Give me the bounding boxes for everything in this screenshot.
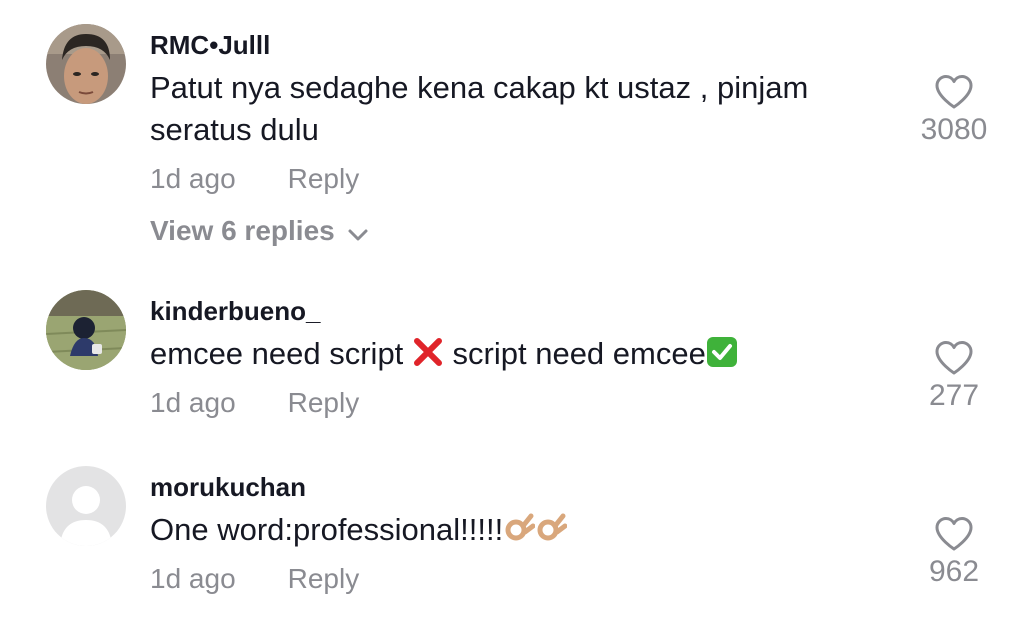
comment-meta: 1d ago Reply <box>150 162 359 196</box>
reply-button[interactable]: Reply <box>288 162 360 196</box>
like-count: 277 <box>928 379 980 412</box>
comment-meta: 1d ago Reply <box>150 386 359 420</box>
chevron-down-icon <box>347 216 369 250</box>
like-count: 962 <box>928 555 980 588</box>
ok-hand-icon <box>503 512 536 555</box>
comment-item: kinderbueno_ emcee need script script ne… <box>0 270 1036 440</box>
comment-text: Patut nya sedaghe kena cakap kt ustaz , … <box>150 70 809 147</box>
like-button[interactable]: 962 <box>904 516 1004 590</box>
avatar[interactable] <box>46 24 126 104</box>
person-photo-avatar-icon <box>46 24 126 104</box>
like-button[interactable]: 277 <box>904 340 1004 414</box>
comment-text-part: One word:professional!!!!! <box>150 512 504 547</box>
comment-text: emcee need script script need emcee <box>150 333 930 379</box>
heart-icon <box>935 517 973 551</box>
comment-item: RMC•Julll Patut nya sedaghe kena cakap k… <box>0 0 1036 270</box>
default-user-avatar-icon <box>46 466 126 546</box>
username[interactable]: RMC•Julll <box>150 30 270 60</box>
comment-text-part: emcee need script <box>150 336 412 371</box>
timestamp: 1d ago <box>150 163 236 194</box>
comment-text: One word:professional!!!!! <box>150 509 890 555</box>
avatar[interactable] <box>46 290 126 370</box>
like-count: 3080 <box>920 113 988 146</box>
green-check-mark-icon <box>706 336 738 379</box>
red-cross-mark-icon <box>412 336 444 379</box>
comment-meta: 1d ago Reply <box>150 562 359 596</box>
avatar[interactable] <box>46 466 126 546</box>
username[interactable]: kinderbueno_ <box>150 296 320 326</box>
timestamp: 1d ago <box>150 563 236 594</box>
anime-character-avatar-icon <box>46 290 126 370</box>
view-replies-button[interactable]: View 6 replies <box>150 214 369 250</box>
view-replies-label: View 6 replies <box>150 215 335 246</box>
comment-item: morukuchan One word:professional!!!!! 1d… <box>0 446 1036 618</box>
username[interactable]: morukuchan <box>150 472 306 502</box>
like-button[interactable]: 3080 <box>904 74 1004 148</box>
reply-button[interactable]: Reply <box>288 386 360 420</box>
ok-hand-icon <box>535 512 568 555</box>
timestamp: 1d ago <box>150 387 236 418</box>
reply-button[interactable]: Reply <box>288 562 360 596</box>
heart-icon <box>935 75 973 109</box>
comment-text-part: script need emcee <box>443 336 706 371</box>
heart-icon <box>935 341 973 375</box>
